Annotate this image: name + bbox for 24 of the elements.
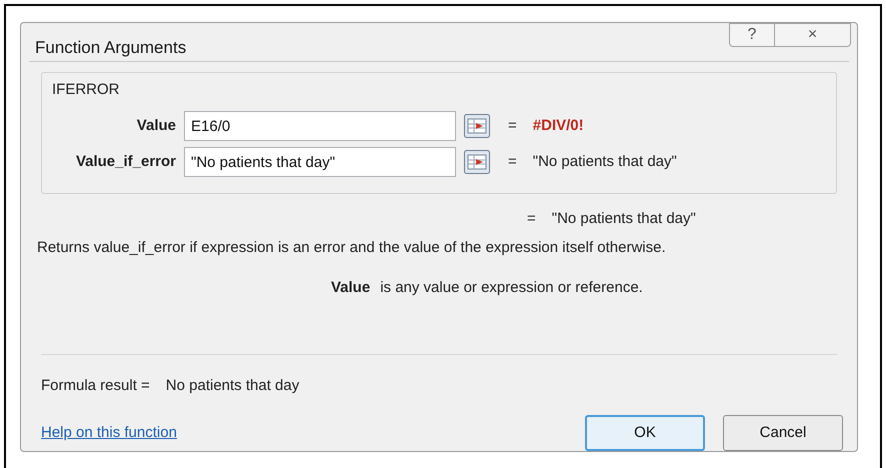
argument-field[interactable]: E16/0 [184,111,456,141]
function-name: IFERROR [52,80,120,100]
range-select-icon[interactable] [464,114,490,138]
argument-field[interactable]: "No patients that day" [184,147,456,177]
equals-sign: = [508,152,517,172]
cancel-button[interactable]: Cancel [723,415,843,451]
close-button[interactable]: × [775,23,851,47]
function-result: "No patients that day" [552,209,696,229]
argument-label: Value [136,116,176,136]
equals-sign: = [508,116,517,136]
argument-result: #DIV/0! [532,116,584,136]
range-select-icon[interactable] [464,150,490,174]
ok-button[interactable]: OK [585,415,705,451]
formula-result-label: Formula result = [41,376,150,396]
argument-label: Value_if_error [74,152,176,172]
function-description: Returns value_if_error if expression is an error and the value of the expression itself otherwise. [37,238,667,258]
equals-sign: = [527,209,536,229]
help-button[interactable]: ? [729,23,775,47]
argument-help-name: Value [331,278,370,298]
formula-result-value: No patients that day [166,376,300,396]
help-link[interactable]: Help on this function [41,422,177,444]
argument-help-text: is any value or expression or reference. [380,278,643,298]
window-title: Function Arguments [35,37,186,59]
argument-result: "No patients that day" [532,152,677,172]
